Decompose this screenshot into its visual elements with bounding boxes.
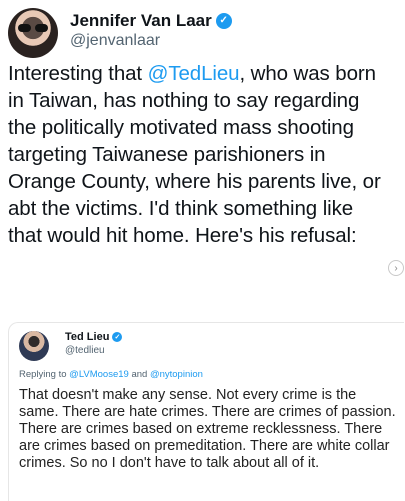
quoted-tweet-card[interactable]: Ted Lieu ✓ @tedlieu Replying to @LVMoose… xyxy=(8,322,404,501)
replying-prefix: Replying to xyxy=(19,369,70,380)
quoted-tweet-body: That doesn't make any sense. Not every c… xyxy=(19,387,396,471)
quoted-handle[interactable]: @tedlieu xyxy=(65,345,122,356)
author-display-row: Jennifer Van Laar ✓ xyxy=(70,11,232,31)
tweet-text-after: , who was born in Taiwan, has nothing to… xyxy=(8,62,381,247)
verified-check-icon: ✓ xyxy=(112,332,123,342)
quoted-author-avatar[interactable] xyxy=(19,331,49,361)
replying-user-link-2[interactable]: @nytopinion xyxy=(150,369,203,380)
author-names: Jennifer Van Laar ✓ @jenvanlaar xyxy=(70,11,232,58)
tweet-header: Jennifer Van Laar ✓ @jenvanlaar xyxy=(8,8,232,58)
chevron-right-icon[interactable]: › xyxy=(388,260,404,276)
quoted-display-name[interactable]: Ted Lieu xyxy=(65,331,109,343)
tweet-text-before: Interesting that xyxy=(8,62,148,85)
tweet-body: Interesting that @TedLieu, who was born … xyxy=(8,60,392,249)
quoted-display-row: Ted Lieu ✓ xyxy=(65,331,123,343)
tweet-mention-link[interactable]: @TedLieu xyxy=(148,62,240,85)
quoted-author-names: Ted Lieu ✓ @tedlieu xyxy=(65,331,123,361)
replying-and: and xyxy=(128,369,150,380)
author-avatar[interactable] xyxy=(8,8,58,58)
sunglasses-detail xyxy=(18,24,48,32)
author-display-name[interactable]: Jennifer Van Laar xyxy=(70,11,212,31)
replying-user-link-1[interactable]: @LVMoose19 xyxy=(69,369,129,380)
replying-to-line: Replying to @LVMoose19 and @nytopinion xyxy=(19,369,203,380)
author-handle[interactable]: @jenvanlaar xyxy=(70,32,232,50)
quoted-header: Ted Lieu ✓ @tedlieu xyxy=(19,331,123,361)
verified-check-icon: ✓ xyxy=(215,13,232,29)
